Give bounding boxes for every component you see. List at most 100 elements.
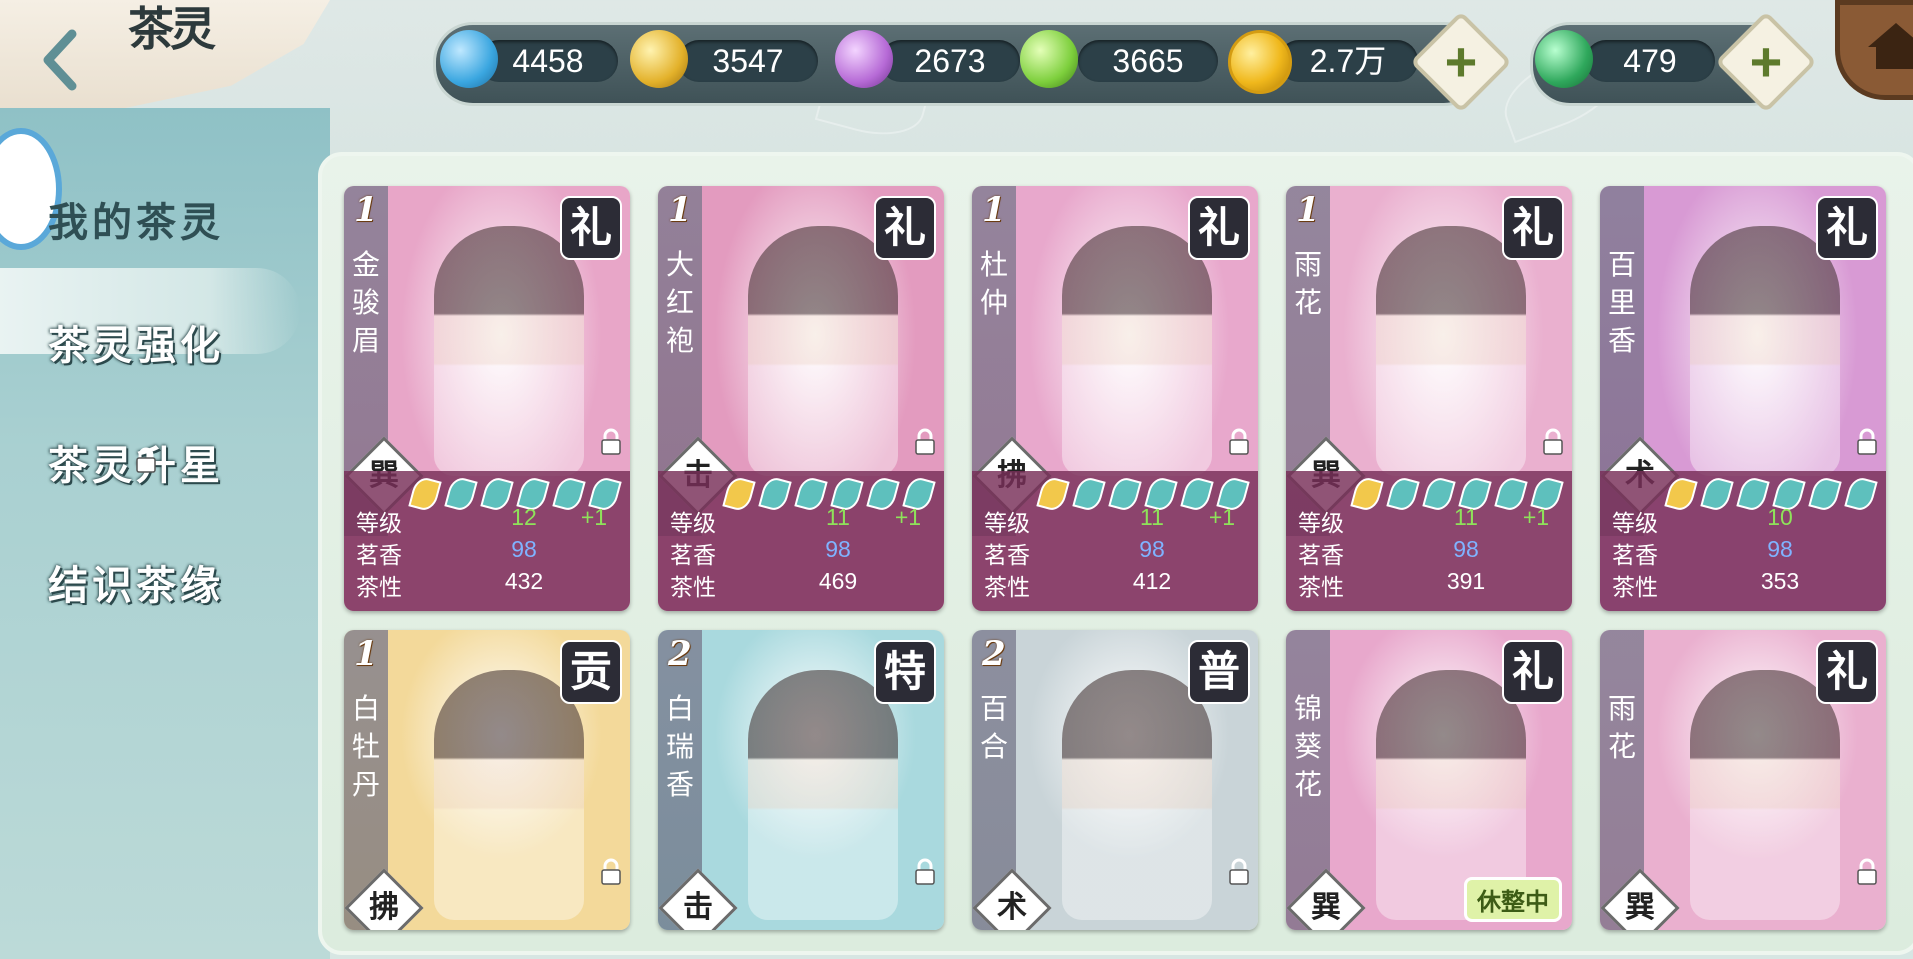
rarity-badge: 特	[874, 640, 936, 704]
plus-icon: +	[1749, 30, 1783, 93]
lock-icon[interactable]	[1854, 858, 1880, 886]
tea-spirit-card[interactable]: 大红袍1礼击等级11+1茗香98茶性469	[658, 186, 944, 611]
aroma-value: 98	[1453, 536, 1479, 562]
rank-number: 2	[668, 634, 692, 674]
jade-gem-icon	[1535, 30, 1593, 88]
card-name: 杜仲	[979, 249, 1008, 318]
stat-label: 茗香	[1298, 542, 1344, 568]
level-value: 11	[826, 504, 850, 530]
tea-spirit-card[interactable]: 锦葵花 礼巽 休整中	[1286, 630, 1572, 930]
status-badge: 休整中	[1464, 877, 1562, 922]
card-name: 金骏眉	[351, 249, 380, 356]
element-label: 巽	[1625, 890, 1655, 925]
level-bonus: +1	[894, 504, 922, 530]
sidebar-item-enhance[interactable]: 茶灵强化	[48, 313, 224, 371]
stat-label: 茶性	[670, 574, 716, 600]
stat-label: 茗香	[984, 542, 1030, 568]
currency-green-value: 3665	[1078, 40, 1218, 82]
stat-label: 茶性	[356, 574, 402, 600]
lock-icon[interactable]	[912, 428, 938, 456]
lock-icon[interactable]	[598, 858, 624, 886]
lock-icon[interactable]	[1854, 428, 1880, 456]
card-name: 百合	[979, 693, 1008, 762]
sidebar-item-my-tea-spirits[interactable]: 我的茶灵	[48, 190, 224, 248]
stat-label: 茶性	[1612, 574, 1658, 600]
rank-number: 2	[982, 634, 1006, 674]
stat-label: 等级	[356, 510, 402, 536]
stat-label: 茶性	[1298, 574, 1344, 600]
rarity-badge: 礼	[1816, 196, 1878, 260]
aroma-value: 98	[1139, 536, 1165, 562]
aroma-value: 98	[825, 536, 851, 562]
card-name: 白瑞香	[665, 693, 694, 800]
nature-value: 353	[1760, 568, 1800, 594]
rarity-badge: 礼	[1816, 640, 1878, 704]
element-label: 巽	[1311, 890, 1341, 925]
gem-value: 479	[1585, 40, 1715, 82]
stat-label: 等级	[670, 510, 716, 536]
rank-number: 1	[668, 190, 692, 230]
character-silhouette	[748, 226, 898, 476]
tea-spirit-card[interactable]: 雨花 礼巽	[1600, 630, 1886, 930]
stat-label: 茗香	[1612, 542, 1658, 568]
purple-crystal-icon	[835, 30, 893, 88]
card-name: 雨花	[1293, 249, 1322, 318]
stat-label: 茗香	[356, 542, 402, 568]
tea-spirit-card[interactable]: 雨花1礼巽等级11+1茗香98茶性391	[1286, 186, 1572, 611]
home-icon	[1868, 23, 1913, 69]
element-label: 击	[683, 890, 713, 925]
plus-icon: +	[1444, 30, 1478, 93]
card-name: 百里香	[1607, 249, 1636, 356]
nature-value: 412	[1132, 568, 1172, 594]
lock-icon[interactable]	[912, 858, 938, 886]
currency-gold-value: 3547	[678, 40, 818, 82]
currency-blue-value: 4458	[478, 40, 618, 82]
lock-icon[interactable]	[1226, 428, 1252, 456]
sidebar-item-meet-tea-fate[interactable]: 结识茶缘	[48, 553, 224, 611]
level-bonus: +1	[1208, 504, 1236, 530]
character-silhouette	[434, 226, 584, 476]
stat-label: 等级	[1298, 510, 1344, 536]
level-bonus: +1	[1522, 504, 1550, 530]
character-silhouette	[1062, 226, 1212, 476]
card-name: 大红袍	[665, 249, 694, 356]
card-name: 白牡丹	[351, 693, 380, 800]
level-value: 10	[1767, 504, 1793, 530]
tea-spirit-card[interactable]: 百里香礼术等级10茗香98茶性353	[1600, 186, 1886, 611]
lock-icon	[136, 447, 156, 473]
chevron-left-icon	[43, 29, 77, 91]
rarity-badge: 礼	[1188, 196, 1250, 260]
rank-number: 1	[1296, 190, 1320, 230]
lock-icon[interactable]	[598, 428, 624, 456]
element-label: 术	[997, 890, 1027, 925]
tea-spirit-card[interactable]: 白牡丹 1 贡拂	[344, 630, 630, 930]
nature-value: 432	[504, 568, 544, 594]
tea-spirit-card[interactable]: 杜仲1礼拂等级11+1茗香98茶性412	[972, 186, 1258, 611]
back-button[interactable]	[38, 28, 82, 92]
currency-purple-value: 2673	[880, 40, 1020, 82]
level-value: 11	[1140, 504, 1164, 530]
tea-spirit-card[interactable]: 百合 2 普术	[972, 630, 1258, 930]
character-silhouette	[1062, 670, 1212, 920]
lock-icon[interactable]	[1540, 428, 1566, 456]
gold-coin-icon	[1228, 30, 1292, 94]
aroma-value: 98	[511, 536, 537, 562]
level-value: 12	[511, 504, 537, 530]
lock-icon[interactable]	[1226, 858, 1252, 886]
tea-spirit-card[interactable]: 金骏眉1礼巽等级12+1茗香98茶性432	[344, 186, 630, 611]
rank-number: 1	[354, 634, 378, 674]
character-silhouette	[1690, 226, 1840, 476]
character-silhouette	[1690, 670, 1840, 920]
rank-number: 1	[982, 190, 1006, 230]
nature-value: 391	[1446, 568, 1486, 594]
gold-crystal-icon	[630, 30, 688, 88]
character-silhouette	[434, 670, 584, 920]
blue-crystal-icon	[440, 30, 498, 88]
card-grid: 金骏眉1礼巽等级12+1茗香98茶性432大红袍1礼击等级11+1茗香98茶性4…	[318, 152, 1913, 955]
page-title: 茶灵	[128, 2, 216, 56]
tea-spirit-card[interactable]: 白瑞香 2 特击	[658, 630, 944, 930]
home-button[interactable]	[1835, 0, 1913, 100]
green-crystal-icon	[1020, 30, 1078, 88]
rarity-badge: 礼	[874, 196, 936, 260]
element-label: 拂	[369, 890, 399, 925]
